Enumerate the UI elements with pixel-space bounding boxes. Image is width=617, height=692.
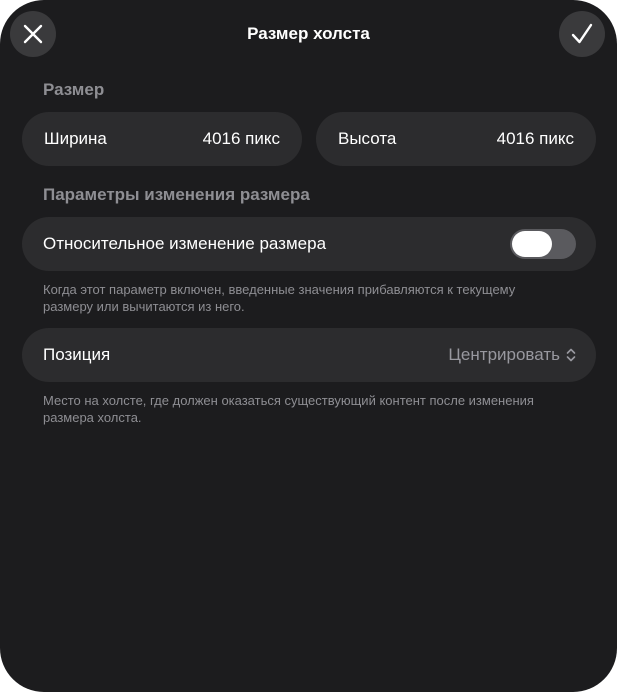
position-label: Позиция xyxy=(43,345,111,364)
width-label: Ширина xyxy=(44,129,107,148)
checkmark-icon xyxy=(571,23,593,44)
resize-params-header: Параметры изменения размера xyxy=(43,185,310,204)
position-row[interactable]: Позиция Центрировать xyxy=(22,328,596,382)
dialog-title: Размер холста xyxy=(247,24,370,43)
canvas-size-dialog: Размер холста Размер Ширина 4016 пикс Вы… xyxy=(0,0,617,692)
toggle-knob xyxy=(512,231,552,257)
position-note: Место на холсте, где должен оказаться су… xyxy=(43,393,534,425)
done-button[interactable] xyxy=(559,11,605,57)
height-value[interactable]: 4016 пикс xyxy=(497,129,574,149)
height-field[interactable]: Высота 4016 пикс xyxy=(316,112,596,166)
width-value[interactable]: 4016 пикс xyxy=(203,129,280,149)
size-section-header: Размер xyxy=(43,80,105,99)
relative-resize-note: Когда этот параметр включен, введенные з… xyxy=(43,282,516,314)
relative-resize-label: Относительное изменение размера xyxy=(43,234,327,253)
position-select[interactable]: Центрировать xyxy=(448,345,576,365)
width-field[interactable]: Ширина 4016 пикс xyxy=(22,112,302,166)
relative-resize-row: Относительное изменение размера xyxy=(22,217,596,271)
position-value: Центрировать xyxy=(448,345,560,364)
chevron-up-down-icon xyxy=(566,347,576,363)
height-label: Высота xyxy=(338,129,397,148)
relative-resize-toggle[interactable] xyxy=(510,229,576,259)
